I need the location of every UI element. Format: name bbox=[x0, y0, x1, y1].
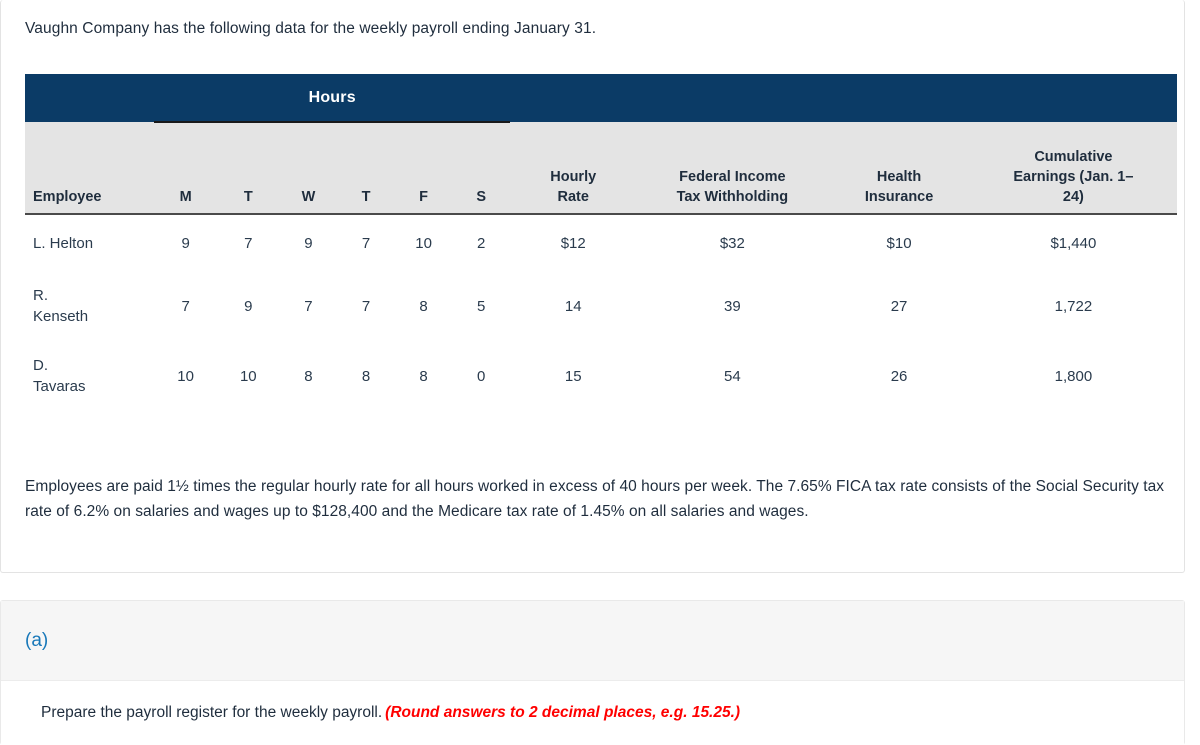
cell-hours-m: 10 bbox=[154, 341, 217, 411]
rounding-note: (Round answers to 2 decimal places, e.g.… bbox=[385, 704, 741, 721]
header-health-insurance: Health Insurance bbox=[828, 122, 970, 215]
cell-federal-withholding: $32 bbox=[636, 214, 829, 271]
cell-employee-name-line1: R. bbox=[33, 287, 48, 304]
cell-hours-w: 9 bbox=[279, 214, 338, 271]
part-a-label[interactable]: (a) bbox=[25, 630, 48, 652]
explanation-paragraph: Employees are paid 1½ times the regular … bbox=[25, 478, 1165, 520]
cell-employee-name-line1: D. bbox=[33, 357, 48, 374]
cell-cumulative-earnings: 1,722 bbox=[969, 271, 1177, 341]
header-day-wednesday: W bbox=[279, 122, 338, 215]
problem-card: Vaughn Company has the following data fo… bbox=[0, 0, 1185, 573]
header-day-thursday: T bbox=[337, 122, 395, 215]
header-cumulative-line1: Cumulative bbox=[1034, 149, 1113, 165]
cell-hours-s: 2 bbox=[452, 214, 511, 271]
header-hourly-rate-line2: Rate bbox=[557, 189, 589, 205]
header-health-line2: Insurance bbox=[864, 189, 934, 205]
cell-hours-s: 0 bbox=[452, 341, 511, 411]
header-cumulative-earnings: Cumulative Earnings (Jan. 1– 24) bbox=[969, 122, 1177, 215]
cell-hours-f: 8 bbox=[394, 341, 453, 411]
header-federal-line2: Tax Withholding bbox=[676, 189, 789, 205]
cell-hours-t1: 10 bbox=[216, 341, 280, 411]
cell-health-insurance: 26 bbox=[828, 341, 970, 411]
cell-hours-w: 8 bbox=[279, 341, 338, 411]
hours-band-left-spacer bbox=[25, 74, 155, 122]
table-row: D. Tavaras 10 10 8 8 8 0 15 54 26 1,800 bbox=[25, 341, 1177, 411]
part-a-body: Prepare the payroll register for the wee… bbox=[1, 682, 1184, 745]
cell-health-insurance: $10 bbox=[828, 214, 970, 271]
cell-hourly-rate: 14 bbox=[510, 271, 637, 341]
part-a-header: (a) bbox=[1, 601, 1184, 681]
instruction-text: Prepare the payroll register for the wee… bbox=[41, 704, 383, 721]
cell-hours-m: 9 bbox=[154, 214, 217, 271]
cell-cumulative-earnings: 1,800 bbox=[969, 341, 1177, 411]
cell-hours-s: 5 bbox=[452, 271, 511, 341]
header-day-saturday: S bbox=[452, 122, 511, 215]
cell-employee-name-line2: Tavaras bbox=[33, 378, 86, 395]
page-root: Vaughn Company has the following data fo… bbox=[0, 0, 1200, 745]
hours-group-label: Hours bbox=[154, 74, 511, 123]
table-row: R. Kenseth 7 9 7 7 8 5 14 39 27 1,722 bbox=[25, 271, 1177, 341]
header-federal-income-tax-withholding: Federal Income Tax Withholding bbox=[636, 122, 829, 215]
header-day-monday: M bbox=[154, 122, 217, 215]
hours-band-right-spacer bbox=[510, 74, 1177, 122]
header-day-friday: F bbox=[394, 122, 453, 215]
intro-text: Vaughn Company has the following data fo… bbox=[25, 20, 597, 37]
column-header-row: Employee M T W T F S Hourly Rate Federal… bbox=[25, 122, 1177, 215]
cell-hours-f: 8 bbox=[394, 271, 453, 341]
header-hourly-rate-line1: Hourly bbox=[550, 169, 597, 185]
cell-hours-f: 10 bbox=[394, 214, 453, 271]
header-health-line1: Health bbox=[876, 169, 922, 185]
header-cumulative-line3: 24) bbox=[1062, 189, 1084, 205]
cell-cumulative-earnings: $1,440 bbox=[969, 214, 1177, 271]
cell-federal-withholding: 39 bbox=[636, 271, 829, 341]
header-hourly-rate: Hourly Rate bbox=[510, 122, 637, 215]
cell-health-insurance: 27 bbox=[828, 271, 970, 341]
cell-employee-name: L. Helton bbox=[25, 214, 155, 271]
cell-hourly-rate: $12 bbox=[510, 214, 637, 271]
payroll-data-table: Hours Employee M T W T F S Hourly Rate F… bbox=[25, 74, 1177, 411]
part-a-instruction: Prepare the payroll register for the wee… bbox=[41, 704, 740, 722]
header-day-tuesday: T bbox=[216, 122, 280, 215]
table-row: L. Helton 9 7 9 7 10 2 $12 $32 $10 $1,44… bbox=[25, 214, 1177, 271]
cell-hours-m: 7 bbox=[154, 271, 217, 341]
hours-group-header-row: Hours bbox=[25, 74, 1177, 123]
header-federal-line1: Federal Income bbox=[679, 169, 786, 185]
cell-hours-t2: 8 bbox=[337, 341, 395, 411]
cell-hours-t1: 9 bbox=[216, 271, 280, 341]
header-employee: Employee bbox=[25, 122, 155, 215]
part-a-card: (a) Prepare the payroll register for the… bbox=[0, 600, 1185, 745]
cell-hours-t2: 7 bbox=[337, 214, 395, 271]
cell-employee-name-line2: Kenseth bbox=[33, 308, 89, 325]
header-cumulative-line2: Earnings (Jan. 1– bbox=[1013, 169, 1134, 185]
cell-employee-name: R. Kenseth bbox=[25, 271, 155, 341]
cell-hours-t1: 7 bbox=[216, 214, 280, 271]
cell-hourly-rate: 15 bbox=[510, 341, 637, 411]
cell-hours-w: 7 bbox=[279, 271, 338, 341]
cell-hours-t2: 7 bbox=[337, 271, 395, 341]
cell-employee-name: D. Tavaras bbox=[25, 341, 155, 411]
cell-federal-withholding: 54 bbox=[636, 341, 829, 411]
